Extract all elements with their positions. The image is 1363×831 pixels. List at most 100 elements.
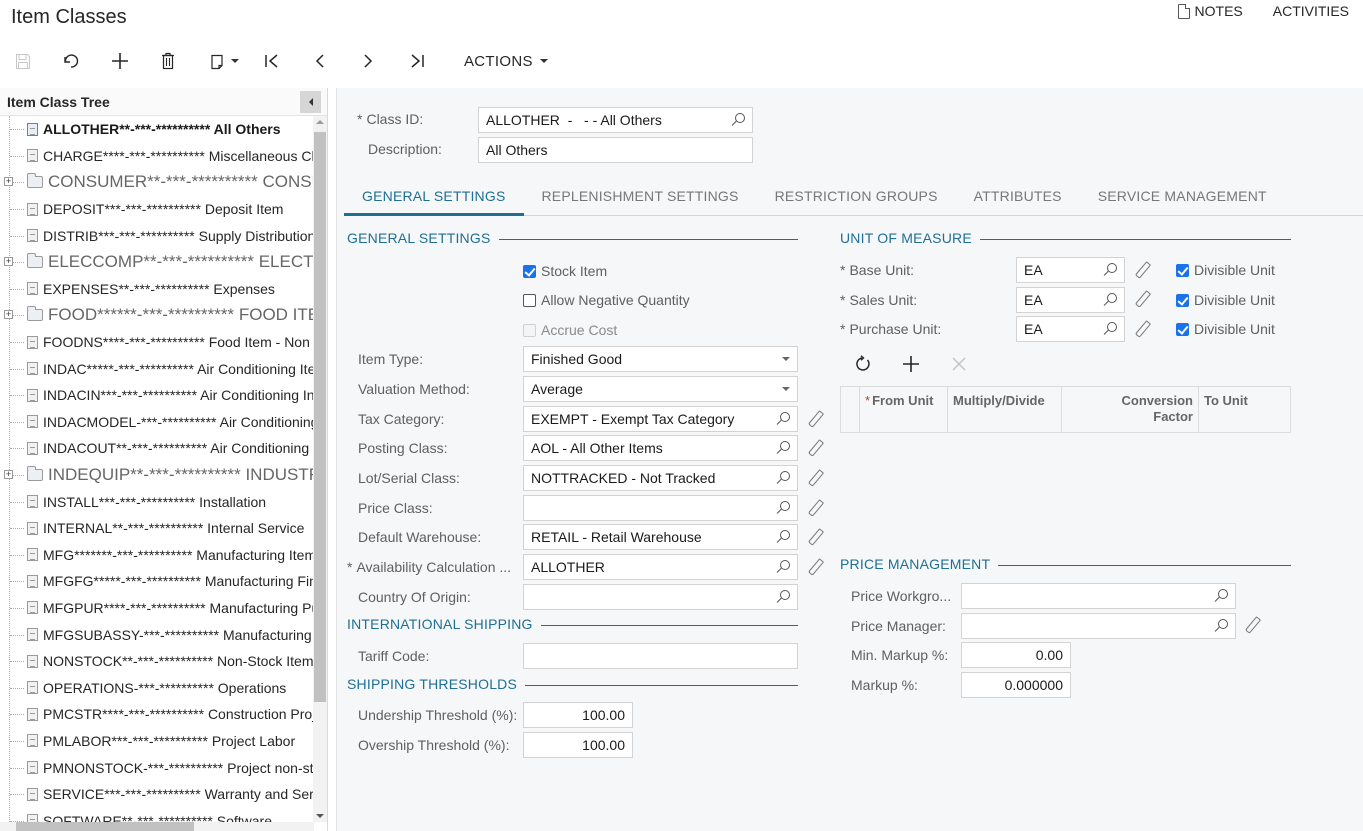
undership-threshold-field[interactable]: 100.00 bbox=[523, 702, 633, 728]
actions-menu[interactable]: ACTIONS bbox=[464, 44, 548, 78]
edit-pencil-icon[interactable] bbox=[1243, 617, 1259, 633]
save-button[interactable] bbox=[0, 44, 46, 78]
grid-header-from-unit[interactable]: * From Unit bbox=[860, 387, 948, 432]
description-field[interactable]: All Others bbox=[478, 137, 753, 163]
grid-header-multiply-divide[interactable]: Multiply/Divide bbox=[948, 387, 1062, 432]
tree-item[interactable]: SERVICE***-***-********** Warranty and S… bbox=[0, 781, 314, 808]
divisible-unit-checkbox[interactable] bbox=[1176, 263, 1189, 277]
search-icon[interactable] bbox=[776, 441, 790, 455]
base-unit-divisible-row[interactable]: Divisible Unit bbox=[1176, 262, 1275, 278]
expand-icon[interactable]: + bbox=[4, 310, 13, 320]
undo-button[interactable] bbox=[46, 44, 96, 78]
activities-link[interactable]: ACTIVITIES bbox=[1273, 3, 1349, 19]
scroll-thumb[interactable] bbox=[16, 822, 194, 831]
tree-item[interactable]: FOODNS****-***-********** Food Item - No… bbox=[0, 329, 314, 356]
tree-item[interactable]: + ELECCOMP**-***-********** ELECTRONIC bbox=[0, 249, 314, 276]
markup-field[interactable]: 0.000000 bbox=[961, 672, 1071, 698]
price-manager-field[interactable] bbox=[961, 613, 1236, 639]
search-icon[interactable] bbox=[1103, 322, 1117, 336]
search-icon[interactable] bbox=[776, 471, 790, 485]
delete-row-button[interactable] bbox=[948, 353, 970, 375]
min-markup-field[interactable]: 0.00 bbox=[961, 642, 1071, 668]
tree-horizontal-scrollbar[interactable] bbox=[0, 822, 314, 831]
tree-item[interactable]: INTERNAL**-***-********** Internal Servi… bbox=[0, 515, 314, 542]
tree-item[interactable]: MFGPUR****-***-********** Manufacturing … bbox=[0, 595, 314, 622]
tab-service-management[interactable]: SERVICE MANAGEMENT bbox=[1080, 178, 1285, 216]
class-id-field[interactable]: ALLOTHER - - - All Others bbox=[478, 107, 753, 133]
delete-button[interactable] bbox=[144, 44, 192, 78]
scroll-up-icon[interactable] bbox=[316, 120, 324, 124]
tree-item[interactable]: OPERATIONS-***-********** Operations bbox=[0, 674, 314, 701]
divisible-unit-checkbox[interactable] bbox=[1176, 322, 1189, 336]
add-button[interactable] bbox=[96, 44, 144, 78]
edit-pencil-icon[interactable] bbox=[1133, 291, 1149, 307]
tax-category-field[interactable]: EXEMPT - Exempt Tax Category bbox=[523, 406, 798, 432]
purchase-unit-divisible-row[interactable]: Divisible Unit bbox=[1176, 321, 1275, 337]
tree-item[interactable]: + FOOD******-***-********** FOOD ITEMS bbox=[0, 302, 314, 329]
tree-item[interactable]: INDACOUT**-***-********** Air Conditioni… bbox=[0, 435, 314, 462]
search-icon[interactable] bbox=[1214, 589, 1228, 603]
edit-pencil-icon[interactable] bbox=[806, 529, 822, 545]
collapse-panel-button[interactable] bbox=[300, 90, 321, 113]
divisible-unit-checkbox[interactable] bbox=[1176, 293, 1189, 307]
tree-item[interactable]: DISTRIB***-***-********** Supply Distrib… bbox=[0, 222, 314, 249]
edit-pencil-icon[interactable] bbox=[806, 559, 822, 575]
default-warehouse-field[interactable]: RETAIL - Retail Warehouse bbox=[523, 524, 798, 550]
stock-item-checkbox-row[interactable]: Stock Item bbox=[523, 263, 607, 279]
sales-unit-field[interactable]: EA bbox=[1016, 287, 1125, 313]
search-icon[interactable] bbox=[731, 113, 745, 127]
previous-record-button[interactable] bbox=[288, 44, 352, 78]
posting-class-field[interactable]: AOL - All Other Items bbox=[523, 435, 798, 461]
first-record-button[interactable] bbox=[256, 44, 288, 78]
tab-replenishment-settings[interactable]: REPLENISHMENT SETTINGS bbox=[524, 178, 757, 216]
stock-item-checkbox[interactable] bbox=[523, 264, 536, 278]
grid-header-conversion-factor[interactable]: Conversion Factor bbox=[1062, 387, 1199, 432]
price-workgroup-field[interactable] bbox=[961, 583, 1236, 609]
search-icon[interactable] bbox=[1103, 263, 1117, 277]
edit-pencil-icon[interactable] bbox=[806, 440, 822, 456]
tree-item[interactable]: PMLABOR***-***-********** Project Labor bbox=[0, 728, 314, 755]
valuation-method-select[interactable]: Average bbox=[523, 376, 798, 402]
purchase-unit-field[interactable]: EA bbox=[1016, 316, 1125, 342]
search-icon[interactable] bbox=[776, 560, 790, 574]
chevron-down-icon[interactable] bbox=[782, 387, 790, 391]
edit-pencil-icon[interactable] bbox=[806, 411, 822, 427]
tree-vertical-scrollbar[interactable] bbox=[313, 116, 327, 822]
chevron-down-icon[interactable] bbox=[782, 357, 790, 361]
edit-pencil-icon[interactable] bbox=[806, 470, 822, 486]
overship-threshold-field[interactable]: 100.00 bbox=[523, 732, 633, 758]
price-class-field[interactable] bbox=[523, 495, 798, 521]
tab-general-settings[interactable]: GENERAL SETTINGS bbox=[344, 178, 524, 216]
search-icon[interactable] bbox=[1103, 293, 1117, 307]
tree-item[interactable]: INDAC*****-***-********** Air Conditioni… bbox=[0, 355, 314, 382]
search-icon[interactable] bbox=[776, 501, 790, 515]
clipboard-button[interactable] bbox=[192, 44, 256, 78]
edit-pencil-icon[interactable] bbox=[1133, 262, 1149, 278]
tree-item[interactable]: ALLOTHER**-***-********** All Others bbox=[0, 116, 314, 143]
tree-item[interactable]: EXPENSES**-***-********** Expenses bbox=[0, 276, 314, 303]
availability-calc-field[interactable]: ALLOTHER bbox=[523, 554, 798, 580]
tree-item[interactable]: INDACIN***-***-********** Air Conditioni… bbox=[0, 382, 314, 409]
search-icon[interactable] bbox=[776, 530, 790, 544]
refresh-button[interactable] bbox=[852, 353, 874, 375]
edit-pencil-icon[interactable] bbox=[806, 500, 822, 516]
edit-pencil-icon[interactable] bbox=[1133, 321, 1149, 337]
tree-item[interactable]: PMNONSTOCK-***-********** Project non-st… bbox=[0, 754, 314, 781]
tree-item[interactable]: + CONSUMER**-***-********** CONSUMER bbox=[0, 169, 314, 196]
tree-item[interactable]: CHARGE****-***-********** Miscellaneous … bbox=[0, 143, 314, 170]
tree-item[interactable]: PMCSTR****-***-********** Construction P… bbox=[0, 701, 314, 728]
tree-item[interactable]: NONSTOCK**-***-********** Non-Stock Item… bbox=[0, 648, 314, 675]
allow-negative-qty-checkbox-row[interactable]: Allow Negative Quantity bbox=[523, 292, 690, 308]
lot-serial-class-field[interactable]: NOTTRACKED - Not Tracked bbox=[523, 465, 798, 491]
expand-icon[interactable]: + bbox=[4, 257, 13, 267]
expand-icon[interactable]: + bbox=[4, 177, 13, 187]
tree-item[interactable]: MFGSUBASSY-***-********** Manufacturing … bbox=[0, 621, 314, 648]
tab-restriction-groups[interactable]: RESTRICTION GROUPS bbox=[757, 178, 956, 216]
last-record-button[interactable] bbox=[384, 44, 450, 78]
search-icon[interactable] bbox=[776, 590, 790, 604]
grid-header-to-unit[interactable]: To Unit bbox=[1199, 387, 1290, 432]
allow-negative-qty-checkbox[interactable] bbox=[523, 293, 536, 307]
tree-item[interactable]: DEPOSIT***-***-********** Deposit Item bbox=[0, 196, 314, 223]
base-unit-field[interactable]: EA bbox=[1016, 257, 1125, 283]
tab-attributes[interactable]: ATTRIBUTES bbox=[956, 178, 1080, 216]
